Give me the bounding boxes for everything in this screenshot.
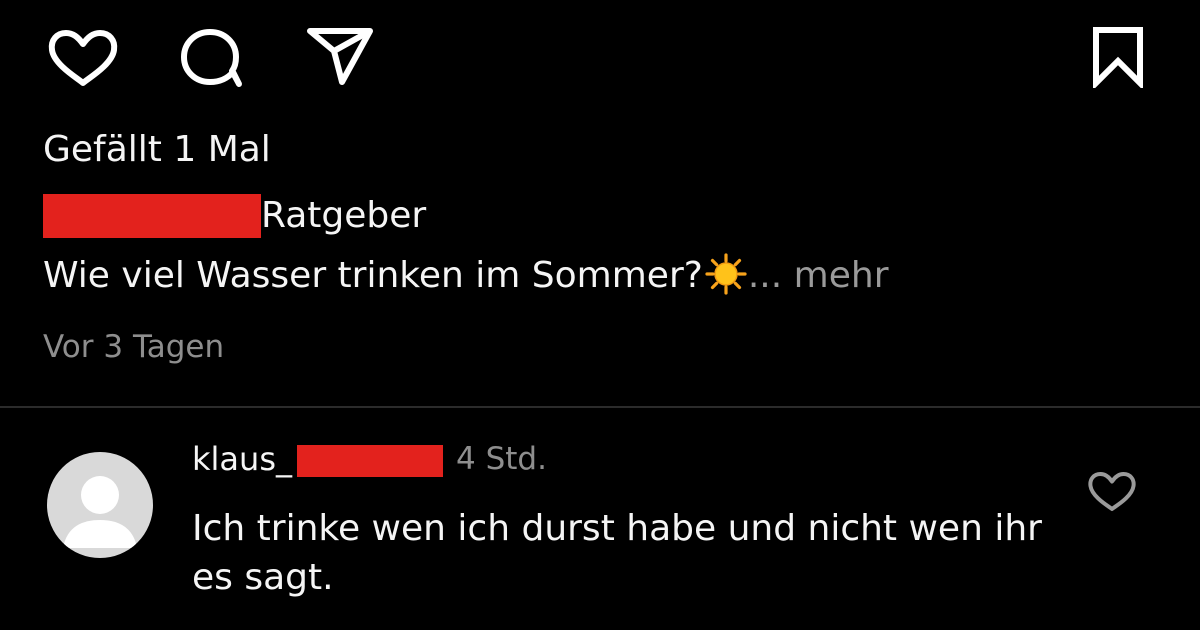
comment-time: 4 Std. (456, 441, 547, 477)
send-paper-plane-icon (307, 28, 373, 85)
default-user-icon (63, 476, 137, 548)
caption-ellipsis: ... (747, 255, 783, 296)
comment-bubble-icon (181, 29, 242, 87)
redacted-account-name (43, 194, 261, 238)
save-button[interactable] (1088, 26, 1148, 88)
post-timestamp: Vor 3 Tagen (43, 329, 225, 365)
redacted-username (297, 445, 443, 477)
sun-emoji-icon (705, 253, 747, 295)
caption-text: Wie viel Wasser trinken im Sommer? (43, 255, 703, 296)
likes-count[interactable]: Gefällt 1 Mal (43, 128, 271, 172)
like-button[interactable] (46, 28, 120, 88)
comment-text: Ich trinke wen ich durst habe und nicht … (192, 508, 1042, 598)
section-divider (0, 406, 1200, 408)
bookmark-icon (1093, 27, 1143, 88)
post-action-bar (0, 0, 1200, 120)
caption-text-line: Wie viel Wasser trinken im Sommer? ... m… (43, 253, 889, 298)
caption-account-suffix: Ratgeber (261, 195, 427, 236)
comment-like-button[interactable] (1086, 468, 1138, 514)
comment-button[interactable] (176, 27, 246, 89)
heart-outline-icon (1088, 472, 1136, 511)
comment-username[interactable]: klaus_ (192, 439, 292, 479)
more-link[interactable]: mehr (794, 255, 889, 296)
share-button[interactable] (304, 26, 374, 86)
heart-icon (48, 30, 118, 86)
avatar[interactable] (47, 452, 153, 558)
